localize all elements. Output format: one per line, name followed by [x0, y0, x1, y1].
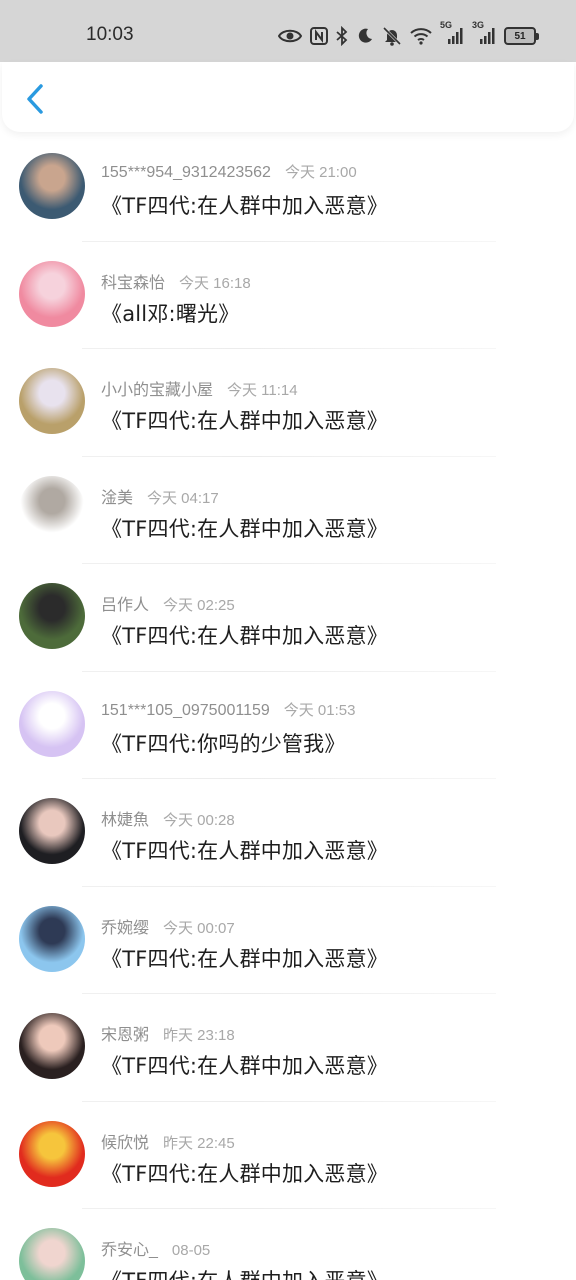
message-time: 今天 01:53 [283, 701, 356, 719]
sender-name[interactable]: 淦美 [101, 490, 133, 507]
message-meta: 宋恩粥 昨天 23:18 [101, 1021, 235, 1045]
message-text: 《TF四代:在人群中加入恶意》 [101, 946, 388, 971]
bell-off-icon [382, 24, 402, 48]
message-time: 昨天 23:18 [163, 1027, 235, 1044]
message-meta: 151***105_0975001159 今天 01:53 [101, 699, 355, 720]
signal-5g-label: 5G [440, 20, 453, 30]
message-meta: 乔安心_ 08-05 [101, 1236, 210, 1260]
message-item[interactable]: 候欣悦 昨天 22:45 《TF四代:在人群中加入恶意》 [0, 1102, 576, 1209]
avatar[interactable] [19, 905, 85, 972]
sender-name[interactable]: 乔婉缨 [101, 920, 149, 937]
message-item[interactable]: 小小的宝藏小屋 今天 11:14 《TF四代:在人群中加入恶意》 [0, 349, 576, 457]
moon-icon [356, 24, 374, 48]
message-item[interactable]: 151***105_0975001159 今天 01:53 《TF四代:你吗的少管我… [0, 672, 576, 779]
avatar[interactable] [19, 798, 85, 864]
avatar[interactable] [19, 475, 85, 542]
header-bar [2, 62, 574, 132]
avatar[interactable] [19, 153, 85, 219]
sender-name[interactable]: 乔安心_ [101, 1242, 158, 1259]
avatar[interactable] [19, 1120, 85, 1187]
avatar[interactable] [19, 260, 85, 327]
avatar[interactable] [19, 583, 85, 649]
message-item[interactable]: 淦美 今天 04:17 《TF四代:在人群中加入恶意》 [0, 457, 576, 564]
sender-name[interactable]: 宋恩粥 [101, 1027, 149, 1044]
message-item[interactable]: 林婕魚 今天 00:28 《TF四代:在人群中加入恶意》 [0, 779, 576, 887]
message-time: 今天 21:00 [284, 164, 357, 181]
message-meta: 候欣悦 昨天 22:45 [101, 1129, 235, 1153]
message-meta: 155***954_9312423562 今天 21:00 [101, 161, 357, 182]
message-meta: 淦美 今天 04:17 [101, 484, 219, 508]
message-time: 昨天 22:45 [163, 1134, 235, 1152]
message-time: 今天 02:25 [163, 597, 235, 614]
message-text: 《TF四代:在人群中加入恶意》 [101, 839, 388, 863]
bluetooth-icon [336, 24, 348, 48]
status-icons: 5G 3G 51 [278, 20, 539, 50]
signal-3g-label: 3G [472, 20, 485, 30]
message-time: 今天 00:07 [163, 919, 235, 937]
back-button[interactable] [18, 80, 52, 118]
signal-5g-icon: 5G [440, 20, 464, 48]
status-bar: 10:03 5G 3G 51 [0, 0, 576, 62]
chevron-left-icon [27, 84, 43, 114]
message-text: 《TF四代:在人群中加入恶意》 [101, 409, 388, 433]
nfc-icon [310, 24, 328, 48]
avatar[interactable] [19, 368, 85, 434]
message-text: 《TF四代:你吗的少管我》 [101, 731, 346, 756]
message-text: 《TF四代:在人群中加入恶意》 [101, 1265, 388, 1280]
message-time: 今天 11:14 [227, 382, 298, 399]
sender-name[interactable]: 林婕魚 [101, 812, 149, 829]
sender-name[interactable]: 151***105_0975001159 [101, 702, 270, 719]
avatar[interactable] [19, 1013, 85, 1079]
message-list: 155***954_9312423562 今天 21:00 《TF四代:在人群中加入… [0, 134, 576, 1280]
sender-name[interactable]: 科宝森怡 [101, 275, 165, 292]
message-text: 《TF四代:在人群中加入恶意》 [101, 194, 388, 218]
status-time: 10:03 [86, 24, 134, 45]
signal-3g-icon: 3G [472, 20, 496, 48]
wifi-icon [410, 24, 432, 48]
sender-name[interactable]: 155***954_9312423562 [101, 164, 271, 181]
message-text: 《all邓:曙光》 [101, 301, 240, 326]
message-time: 08-05 [171, 1242, 211, 1259]
sender-name[interactable]: 小小的宝藏小屋 [101, 382, 213, 399]
message-time: 今天 04:17 [147, 489, 219, 507]
message-item[interactable]: 155***954_9312423562 今天 21:00 《TF四代:在人群中加入… [0, 134, 576, 242]
message-meta: 小小的宝藏小屋 今天 11:14 [101, 376, 298, 400]
message-time: 今天 16:18 [179, 274, 251, 292]
battery-level: 51 [504, 27, 539, 45]
message-text: 《TF四代:在人群中加入恶意》 [101, 624, 388, 648]
avatar[interactable] [19, 690, 85, 757]
message-text: 《TF四代:在人群中加入恶意》 [101, 516, 388, 541]
message-item[interactable]: 乔安心_ 08-05 《TF四代:在人群中加入恶意》 [0, 1209, 576, 1280]
message-meta: 乔婉缨 今天 00:07 [101, 914, 235, 938]
message-item[interactable]: 宋恩粥 昨天 23:18 《TF四代:在人群中加入恶意》 [0, 994, 576, 1102]
eye-icon [278, 24, 302, 48]
message-item[interactable]: 乔婉缨 今天 00:07 《TF四代:在人群中加入恶意》 [0, 887, 576, 994]
message-time: 今天 00:28 [163, 812, 235, 829]
message-text: 《TF四代:在人群中加入恶意》 [101, 1054, 388, 1078]
message-item[interactable]: 科宝森怡 今天 16:18 《all邓:曙光》 [0, 242, 576, 349]
message-meta: 林婕魚 今天 00:28 [101, 806, 235, 830]
sender-name[interactable]: 候欣悦 [101, 1135, 149, 1152]
message-meta: 科宝森怡 今天 16:18 [101, 269, 251, 293]
sender-name[interactable]: 吕作人 [101, 597, 149, 614]
message-meta: 吕作人 今天 02:25 [101, 591, 235, 615]
message-item[interactable]: 吕作人 今天 02:25 《TF四代:在人群中加入恶意》 [0, 564, 576, 672]
battery-icon: 51 [504, 24, 539, 48]
avatar[interactable] [19, 1228, 85, 1280]
message-text: 《TF四代:在人群中加入恶意》 [101, 1161, 388, 1186]
